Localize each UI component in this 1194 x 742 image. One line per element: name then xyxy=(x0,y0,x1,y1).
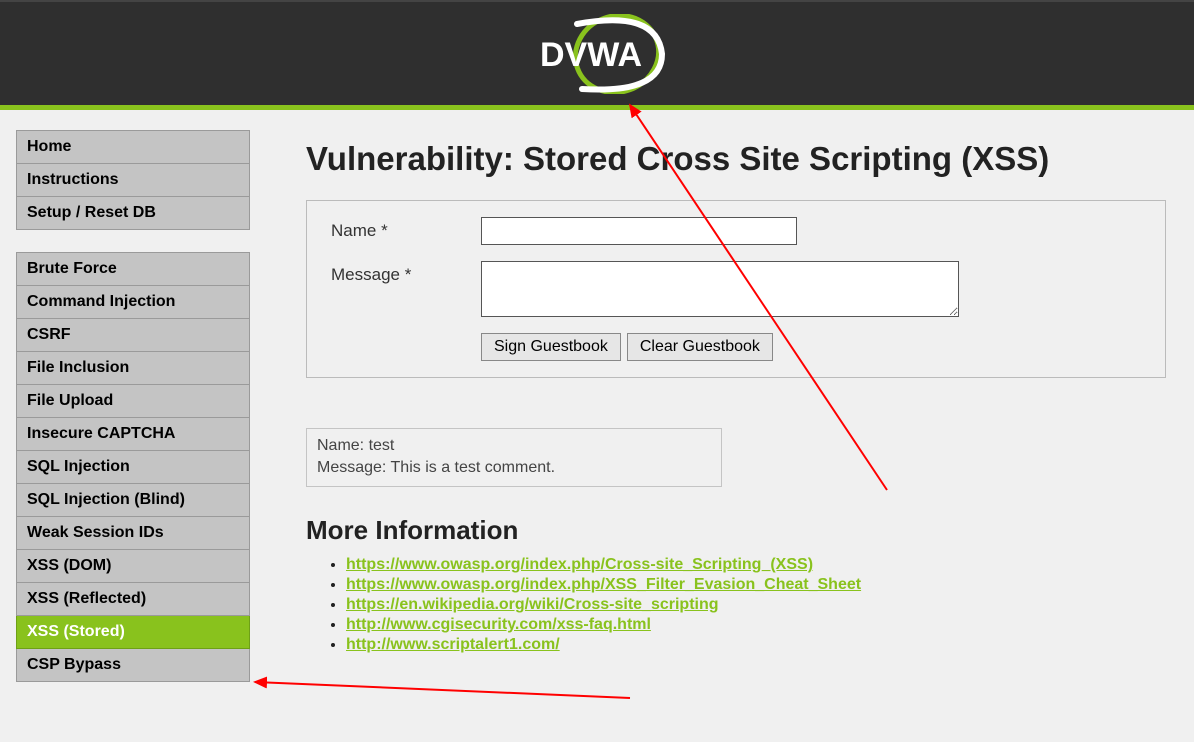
name-input[interactable] xyxy=(481,217,797,245)
sidebar-item-csp-bypass[interactable]: CSP Bypass xyxy=(16,649,250,682)
guestbook-entry: Name: test Message: This is a test comme… xyxy=(306,428,722,487)
message-textarea[interactable] xyxy=(481,261,959,317)
sidebar-item-command-injection[interactable]: Command Injection xyxy=(16,286,250,319)
svg-text:DVWA: DVWA xyxy=(540,36,642,74)
name-label: Name * xyxy=(331,217,481,241)
sidebar-item-sql-injection-blind[interactable]: SQL Injection (Blind) xyxy=(16,484,250,517)
sidebar-item-file-inclusion[interactable]: File Inclusion xyxy=(16,352,250,385)
sidebar-item-instructions[interactable]: Instructions xyxy=(16,164,250,197)
info-link[interactable]: https://www.owasp.org/index.php/XSS_Filt… xyxy=(346,576,861,593)
more-information-heading: More Information xyxy=(306,515,1184,546)
info-link[interactable]: http://www.cgisecurity.com/xss-faq.html xyxy=(346,616,651,633)
clear-guestbook-button[interactable]: Clear Guestbook xyxy=(627,333,773,361)
info-links-list: https://www.owasp.org/index.php/Cross-si… xyxy=(326,556,1184,654)
info-link[interactable]: https://en.wikipedia.org/wiki/Cross-site… xyxy=(346,596,719,613)
info-link-item: http://www.cgisecurity.com/xss-faq.html xyxy=(346,616,1184,634)
sidebar-item-setup-reset-db[interactable]: Setup / Reset DB xyxy=(16,197,250,230)
entry-name-value: test xyxy=(369,437,395,454)
sidebar-item-xss-dom[interactable]: XSS (DOM) xyxy=(16,550,250,583)
sidebar-item-sql-injection[interactable]: SQL Injection xyxy=(16,451,250,484)
message-label: Message * xyxy=(331,261,481,285)
main-content: Vulnerability: Stored Cross Site Scripti… xyxy=(250,130,1184,704)
entry-message-value: This is a test comment. xyxy=(391,459,556,476)
header: DVWA xyxy=(0,0,1194,110)
info-link-item: https://www.owasp.org/index.php/XSS_Filt… xyxy=(346,576,1184,594)
sign-guestbook-button[interactable]: Sign Guestbook xyxy=(481,333,621,361)
info-link-item: https://www.owasp.org/index.php/Cross-si… xyxy=(346,556,1184,574)
sidebar-item-home[interactable]: Home xyxy=(16,130,250,164)
sidebar-item-weak-session-ids[interactable]: Weak Session IDs xyxy=(16,517,250,550)
entry-name-label: Name: xyxy=(317,437,364,454)
dvwa-logo: DVWA xyxy=(522,14,672,94)
info-link-item: https://en.wikipedia.org/wiki/Cross-site… xyxy=(346,596,1184,614)
guestbook-form: Name * Message * Sign Guestbook Clear Gu… xyxy=(306,200,1166,378)
sidebar-item-xss-reflected[interactable]: XSS (Reflected) xyxy=(16,583,250,616)
entry-message-label: Message: xyxy=(317,459,386,476)
info-link-item: http://www.scriptalert1.com/ xyxy=(346,636,1184,654)
sidebar-item-insecure-captcha[interactable]: Insecure CAPTCHA xyxy=(16,418,250,451)
sidebar: HomeInstructionsSetup / Reset DB Brute Fo… xyxy=(16,130,250,704)
info-link[interactable]: http://www.scriptalert1.com/ xyxy=(346,636,560,653)
sidebar-item-csrf[interactable]: CSRF xyxy=(16,319,250,352)
sidebar-item-file-upload[interactable]: File Upload xyxy=(16,385,250,418)
info-link[interactable]: https://www.owasp.org/index.php/Cross-si… xyxy=(346,556,813,573)
page-title: Vulnerability: Stored Cross Site Scripti… xyxy=(306,140,1184,178)
sidebar-item-brute-force[interactable]: Brute Force xyxy=(16,252,250,286)
sidebar-item-xss-stored[interactable]: XSS (Stored) xyxy=(16,616,250,649)
